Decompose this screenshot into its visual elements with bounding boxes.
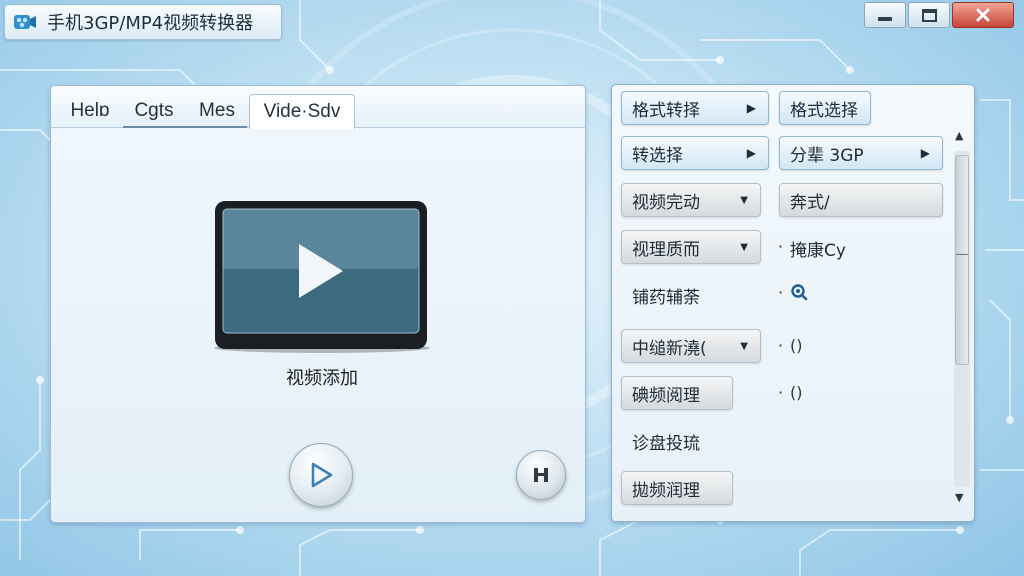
maximize-button[interactable] (908, 2, 950, 28)
option-label-7: 碘频阅理 (632, 385, 700, 406)
video-panel: Hel⁠ɒ Cgts Mes Vide·Sdv 视频添加 (50, 85, 586, 523)
convert-select-label: 转选择 (632, 145, 683, 166)
tab-video[interactable]: Vide·Sdv (249, 94, 355, 129)
convert-select-button[interactable]: 转选择 ▶ (621, 136, 769, 170)
format-panel: 格式转择 ▶ 格式选择 转选择 ▶ 分辈 3GP ▶ 视频完动 ▼ 奔式/ 视理… (611, 84, 975, 522)
pause-icon (534, 468, 548, 482)
arrow-right-icon: ▶ (746, 146, 756, 160)
format-convert-button[interactable]: 格式转择 ▶ (621, 91, 769, 125)
close-button[interactable] (952, 2, 1014, 28)
bullet-dot: · (778, 237, 784, 256)
title-bar: 手机3GP/MP4视频转换器 (4, 4, 282, 40)
option-label-9: 拋频润理 (632, 480, 700, 501)
scrollbar-grip (956, 254, 968, 255)
tab-bar: Hel⁠ɒ Cgts Mes Vide·Sdv (51, 86, 585, 129)
option-label-6: 中缒新澆( (632, 338, 707, 359)
film-reel-icon (14, 15, 36, 29)
tab-messages[interactable]: Mes (187, 94, 247, 128)
video-quality-label: 视理质而 (632, 239, 700, 260)
tab-settings[interactable]: Cgts (123, 94, 185, 128)
scroll-up-icon[interactable]: ▲ (955, 129, 963, 142)
option-value-7: () (790, 383, 803, 402)
bullet-dot: · (778, 336, 784, 355)
video-quality-dropdown[interactable]: 视理质而 ▼ (621, 230, 761, 264)
scroll-down-icon[interactable]: ▼ (955, 491, 963, 504)
bullet-dot: · (778, 283, 784, 302)
option-label-8: 诊盘投琉 (632, 434, 700, 454)
video-motion-dropdown[interactable]: 视频完动 ▼ (621, 183, 761, 217)
video-preview[interactable] (211, 198, 433, 353)
bullet-dot: · (778, 383, 784, 402)
resolution-3gp-label: 分辈 3GP (790, 145, 864, 166)
vertical-scrollbar[interactable]: ▲ ▼ (952, 129, 972, 507)
add-video-label: 视频添加 (286, 368, 358, 389)
maximize-icon (921, 8, 937, 22)
minimize-button[interactable] (864, 2, 906, 28)
format-convert-label: 格式转择 (632, 100, 700, 121)
option-button-9[interactable]: 拋频润理 (621, 471, 733, 505)
option-value-6: () (790, 336, 803, 355)
style-field[interactable]: 奔式/ (779, 183, 943, 217)
style-field-label: 奔式/ (790, 192, 830, 213)
chevron-down-icon: ▼ (740, 340, 748, 352)
format-select-label: 格式选择 (790, 100, 858, 121)
chevron-down-icon: ▼ (740, 241, 748, 253)
tab-help[interactable]: Hel⁠ɒ (59, 94, 121, 128)
arrow-right-icon: ▶ (920, 146, 930, 160)
play-button[interactable] (289, 443, 353, 507)
window-controls (864, 2, 1016, 30)
app-title: 手机3GP/MP4视频转换器 (47, 13, 254, 34)
search-icon[interactable] (790, 283, 808, 301)
play-icon (311, 462, 333, 488)
tab-underline (123, 126, 247, 128)
codec-label: 掩康Cy (790, 241, 846, 261)
format-select-button[interactable]: 格式选择 (779, 91, 871, 125)
video-motion-label: 视频完动 (632, 192, 700, 213)
chevron-down-icon: ▼ (740, 194, 748, 206)
arrow-right-icon: ▶ (746, 101, 756, 115)
resolution-3gp-button[interactable]: 分辈 3GP ▶ (779, 136, 943, 170)
option-label-5: 铺药辅荼 (632, 288, 700, 308)
scrollbar-thumb[interactable] (955, 155, 969, 365)
option-dropdown-6[interactable]: 中缒新澆( ▼ (621, 329, 761, 363)
close-icon (976, 8, 990, 22)
option-button-7[interactable]: 碘频阅理 (621, 376, 733, 410)
pause-button[interactable] (516, 450, 566, 500)
minimize-icon (878, 17, 892, 21)
